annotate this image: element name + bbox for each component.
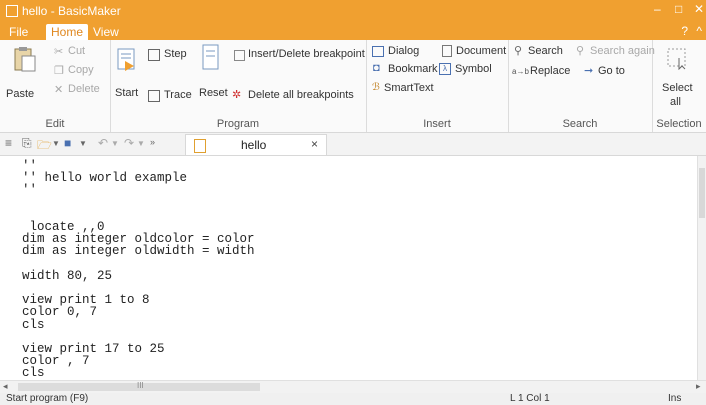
close-tab-icon[interactable]: × xyxy=(311,137,318,151)
reset-icon xyxy=(202,44,219,70)
maximize-button[interactable]: □ xyxy=(675,2,682,16)
paste-label: Paste xyxy=(6,88,35,100)
code-text: '' '' hello world example '' locate ,,0 … xyxy=(22,159,255,380)
vertical-scrollbar[interactable] xyxy=(697,156,706,380)
horizontal-scrollbar[interactable]: ◂ III ▸ xyxy=(0,380,706,393)
group-label-search: Search xyxy=(562,118,598,130)
step-label: Step xyxy=(164,48,187,60)
breakpoint-icon xyxy=(234,50,245,61)
open-folder-icon[interactable]: 🗁 xyxy=(37,136,52,157)
start-label: Start xyxy=(115,87,139,99)
select-all-label-line2: all xyxy=(670,96,682,108)
code-editor[interactable]: '' '' hello world example '' locate ,,0 … xyxy=(0,156,697,380)
save-icon[interactable]: ■ xyxy=(64,136,71,150)
smarttext-icon: ℬ xyxy=(372,82,380,93)
title-bar: hello - BasicMaker – □ ✕ xyxy=(0,0,706,22)
symbol-label: Symbol xyxy=(455,63,492,75)
collapse-ribbon-button[interactable]: ^ xyxy=(696,24,702,38)
bookmark-icon: ◘ xyxy=(373,62,380,74)
start-icon xyxy=(117,48,135,71)
tab-home[interactable]: Home xyxy=(46,24,89,40)
replace-label: Replace xyxy=(530,65,571,77)
insert-delete-breakpoint-label: Insert/Delete breakpoint xyxy=(248,48,365,60)
paste-icon xyxy=(14,47,36,72)
group-insert: Dialog Document ◘ Bookmark λ Symbol ℬ Sm… xyxy=(366,40,509,132)
ribbon-tabs: File Home View ? ^ xyxy=(0,22,706,40)
search-label: Search xyxy=(528,45,563,57)
dialog-icon xyxy=(372,46,384,57)
group-program: Start Step Trace Reset Insert/Delete bre… xyxy=(110,40,367,132)
copy-label: Copy xyxy=(68,64,94,76)
search-again-label: Search again xyxy=(590,45,655,57)
cursor-position: L 1 Col 1 xyxy=(510,393,550,404)
delete-breakpoints-icon: ✲ xyxy=(232,89,242,101)
vertical-scroll-thumb[interactable] xyxy=(699,168,705,218)
new-icon[interactable]: ⎘ xyxy=(22,136,32,151)
insert-mode: Ins xyxy=(668,393,682,404)
redo-dropdown-icon[interactable]: ▼ xyxy=(137,139,145,148)
horizontal-scroll-grip: III xyxy=(137,381,144,390)
status-message: Start program (F9) xyxy=(6,393,89,404)
trace-label: Trace xyxy=(164,89,192,101)
select-all-icon xyxy=(667,48,686,70)
document-icon xyxy=(442,45,452,57)
minimize-button[interactable]: – xyxy=(654,2,661,16)
search-again-icon: ⚲ xyxy=(576,45,585,57)
select-all-label-line1: Select xyxy=(662,82,693,94)
dialog-label: Dialog xyxy=(388,45,420,57)
goto-label: Go to xyxy=(598,65,625,77)
group-label-selection: Selection xyxy=(656,118,702,130)
delete-icon: ✕ xyxy=(54,84,64,96)
copy-icon: ❐ xyxy=(54,65,64,77)
document-tab-label: hello xyxy=(241,138,267,152)
status-bar: Start program (F9) L 1 Col 1 Ins xyxy=(0,393,706,405)
open-dropdown-icon[interactable]: ▼ xyxy=(52,139,60,148)
symbol-icon: λ xyxy=(439,63,451,75)
more-commands-icon[interactable]: » xyxy=(150,137,155,147)
group-label-edit: Edit xyxy=(45,118,65,130)
undo-icon[interactable]: ↶ xyxy=(98,136,108,150)
ribbon: Paste ✂ Cut ❐ Copy ✕ Delete Edit Start S… xyxy=(0,40,706,133)
document-label: Document xyxy=(456,45,507,57)
window-title: hello - BasicMaker xyxy=(22,4,121,18)
scroll-left-arrow-icon[interactable]: ◂ xyxy=(3,381,8,392)
app-icon[interactable] xyxy=(6,5,18,17)
trace-icon xyxy=(148,90,160,102)
group-selection: Select all Selection xyxy=(652,40,706,132)
redo-icon[interactable]: ↷ xyxy=(124,136,134,150)
scissors-icon: ✂ xyxy=(54,46,64,58)
reset-label: Reset xyxy=(199,87,228,99)
tab-file[interactable]: File xyxy=(4,24,33,40)
step-icon xyxy=(148,49,160,61)
bookmark-label: Bookmark xyxy=(388,63,438,75)
undo-dropdown-icon[interactable]: ▼ xyxy=(111,139,119,148)
delete-all-breakpoints-label: Delete all breakpoints xyxy=(248,89,354,101)
group-search: ⚲ Search ⚲ Search again a→b Replace ➞ Go… xyxy=(508,40,655,132)
search-icon: ⚲ xyxy=(514,45,523,57)
scroll-right-arrow-icon[interactable]: ▸ xyxy=(696,381,701,392)
replace-icon: a→b xyxy=(512,67,529,76)
smarttext-label: SmartText xyxy=(384,82,434,94)
group-label-insert: Insert xyxy=(423,118,451,130)
cut-label: Cut xyxy=(68,45,86,57)
goto-arrow-icon: ➞ xyxy=(584,65,594,77)
close-button[interactable]: ✕ xyxy=(694,2,704,16)
document-tab-hello[interactable]: hello × xyxy=(185,134,327,155)
delete-label: Delete xyxy=(68,83,100,95)
group-edit: Paste ✂ Cut ❐ Copy ✕ Delete Edit xyxy=(0,40,111,132)
quick-access-toolbar: ≡ ⎘ 🗁 ▼ ■ ▼ ↶ ▼ ↷ ▼ » hello × xyxy=(0,133,706,156)
tab-view[interactable]: View xyxy=(88,24,124,40)
group-label-program: Program xyxy=(216,118,260,130)
help-button[interactable]: ? xyxy=(681,24,688,38)
save-dropdown-icon[interactable]: ▼ xyxy=(79,139,87,148)
menu-icon[interactable]: ≡ xyxy=(5,136,12,150)
file-icon xyxy=(194,139,206,153)
